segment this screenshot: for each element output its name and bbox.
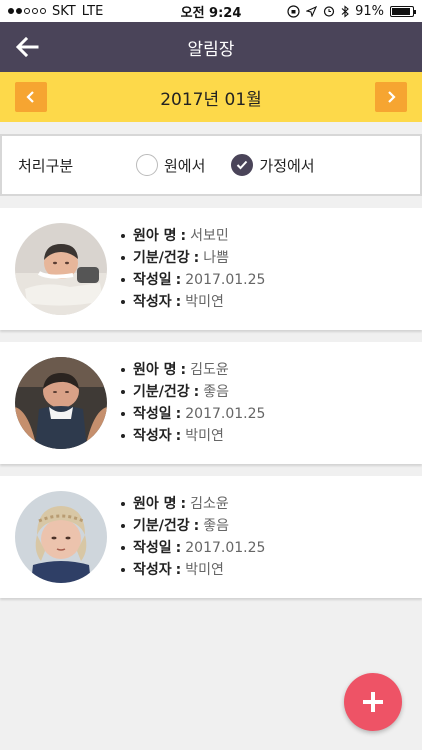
info-row-date: 작성일:2017.01.25 bbox=[121, 403, 265, 425]
mood-value: 좋음 bbox=[203, 384, 230, 400]
field-label: 기분/건강 bbox=[133, 384, 190, 400]
info-row-mood: 기분/건강: 좋음 bbox=[121, 515, 265, 537]
field-label: 작성일 bbox=[133, 406, 172, 422]
avatar bbox=[15, 223, 107, 315]
child-name: 김도윤 bbox=[190, 362, 229, 378]
info-row-author: 작성자: 박미연 bbox=[121, 425, 265, 447]
battery-percent: 91% bbox=[355, 3, 384, 19]
notice-card[interactable]: 원아 명: 김도윤 기분/건강: 좋음 작성일:2017.01.25 작성자: 박미연 bbox=[0, 342, 422, 464]
info-row-author: 작성자: 박미연 bbox=[121, 291, 265, 313]
info-row-date: 작성일:2017.01.25 bbox=[121, 269, 265, 291]
notice-info: 원아 명: 김소윤 기분/건강: 좋음 작성일:2017.01.25 작성자: 박미연 bbox=[121, 493, 265, 581]
month-label: 2017년 01월 bbox=[160, 89, 262, 110]
notice-info: 원아 명: 서보민 기분/건강: 나쁨 작성일:2017.01.25 작성자: 박미연 bbox=[121, 225, 265, 313]
radio-option-home[interactable]: 가정에서 bbox=[231, 154, 315, 176]
status-time: 오전 9:24 bbox=[180, 5, 242, 21]
field-label: 기분/건강 bbox=[133, 250, 190, 266]
month-navigation: 2017년 01월 bbox=[0, 72, 422, 122]
avatar bbox=[15, 491, 107, 583]
next-month-button[interactable] bbox=[375, 82, 407, 112]
field-label: 작성자 bbox=[133, 562, 172, 578]
info-row-author: 작성자: 박미연 bbox=[121, 559, 265, 581]
filter-box: 처리구분 원에서 가정에서 bbox=[0, 134, 422, 196]
author-value: 박미연 bbox=[185, 294, 224, 310]
author-value: 박미연 bbox=[185, 428, 224, 444]
date-value: 2017.01.25 bbox=[185, 272, 266, 288]
info-row-name: 원아 명: 김도윤 bbox=[121, 359, 265, 381]
status-left: SKT LTE bbox=[8, 4, 103, 19]
battery-icon bbox=[390, 5, 416, 17]
filter-label: 처리구분 bbox=[18, 156, 74, 175]
chevron-right-icon bbox=[388, 91, 396, 103]
rotation-lock-icon bbox=[287, 4, 300, 18]
battery-fill bbox=[392, 7, 411, 15]
location-icon bbox=[306, 5, 318, 17]
date-value: 2017.01.25 bbox=[185, 540, 266, 556]
mood-value: 좋음 bbox=[203, 518, 230, 534]
radio-option-kindergarten[interactable]: 원에서 bbox=[136, 154, 205, 176]
info-row-name: 원아 명: 서보민 bbox=[121, 225, 265, 247]
field-label: 원아 명 bbox=[133, 362, 177, 378]
author-value: 박미연 bbox=[185, 562, 224, 578]
plus-icon bbox=[363, 692, 383, 712]
bluetooth-icon bbox=[341, 4, 349, 18]
notice-info: 원아 명: 김도윤 기분/건강: 좋음 작성일:2017.01.25 작성자: 박미연 bbox=[121, 359, 265, 447]
field-label: 작성자 bbox=[133, 428, 172, 444]
field-label: 작성일 bbox=[133, 540, 172, 556]
chevron-left-icon bbox=[26, 91, 34, 103]
field-label: 원아 명 bbox=[133, 496, 177, 512]
status-right: 91% bbox=[287, 3, 416, 19]
radio-unchecked[interactable] bbox=[136, 154, 158, 176]
page-title: 알림장 bbox=[187, 39, 235, 60]
alarm-icon bbox=[323, 6, 335, 17]
child-name: 서보민 bbox=[190, 228, 229, 244]
info-row-date: 작성일:2017.01.25 bbox=[121, 537, 265, 559]
signal-icon bbox=[8, 8, 46, 14]
info-row-mood: 기분/건강: 나쁨 bbox=[121, 247, 265, 269]
back-button[interactable] bbox=[12, 32, 42, 62]
field-label: 작성자 bbox=[133, 294, 172, 310]
notice-card[interactable]: 원아 명: 서보민 기분/건강: 나쁨 작성일:2017.01.25 작성자: 박미연 bbox=[0, 208, 422, 330]
carrier-label: SKT bbox=[52, 3, 76, 19]
field-label: 원아 명 bbox=[133, 228, 177, 244]
status-bar: SKT LTE 오전 9:24 91% bbox=[0, 0, 422, 22]
field-label: 기분/건강 bbox=[133, 518, 190, 534]
radio-checked[interactable] bbox=[231, 154, 254, 176]
info-row-name: 원아 명: 김소윤 bbox=[121, 493, 265, 515]
network-label: LTE bbox=[81, 3, 104, 19]
mood-value: 나쁨 bbox=[203, 250, 230, 266]
notice-card[interactable]: 원아 명: 김소윤 기분/건강: 좋음 작성일:2017.01.25 작성자: 박미연 bbox=[0, 476, 422, 598]
checkmark-icon bbox=[237, 160, 248, 170]
date-value: 2017.01.25 bbox=[185, 406, 266, 422]
child-name: 김소윤 bbox=[190, 496, 229, 512]
field-label: 작성일 bbox=[133, 272, 172, 288]
radio-label: 원에서 bbox=[164, 156, 206, 175]
avatar bbox=[15, 357, 107, 449]
info-row-mood: 기분/건강: 좋음 bbox=[121, 381, 265, 403]
prev-month-button[interactable] bbox=[15, 82, 47, 112]
app-header: 알림장 bbox=[0, 22, 422, 72]
arrow-left-icon bbox=[15, 37, 39, 57]
radio-label: 가정에서 bbox=[259, 156, 315, 175]
add-notice-button[interactable] bbox=[344, 673, 402, 731]
